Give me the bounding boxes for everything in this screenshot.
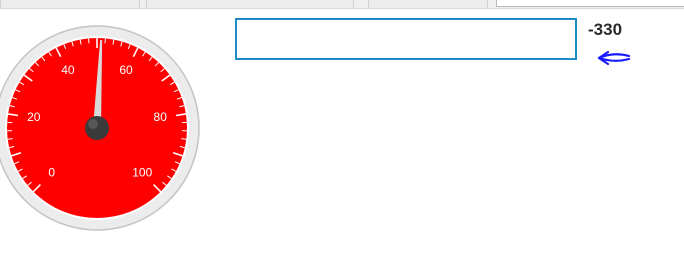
gauge-hub [85,116,109,140]
value-readout: -330 [588,20,623,39]
gauge-svg: 0 20 40 60 80 100 [0,25,200,231]
window-top-strip [0,0,684,9]
speed-gauge: 0 20 40 60 80 100 [0,25,200,231]
gauge-hub-highlight [88,119,98,129]
gauge-label-0: 0 [48,165,55,179]
gauge-label-80: 80 [154,110,168,124]
tab-stub-3[interactable] [368,0,488,8]
top-input-stub[interactable] [496,0,684,7]
gauge-minor-tick [7,138,13,140]
gauge-label-20: 20 [27,110,41,124]
tab-stub-1[interactable] [0,0,140,8]
gauge-label-60: 60 [119,63,133,77]
gauge-label-40: 40 [61,63,75,77]
left-arrow-icon [597,50,631,66]
gauge-label-100: 100 [132,165,152,179]
value-input[interactable] [235,18,577,60]
tab-stub-2[interactable] [146,0,354,8]
gauge-minor-tick [181,138,187,140]
